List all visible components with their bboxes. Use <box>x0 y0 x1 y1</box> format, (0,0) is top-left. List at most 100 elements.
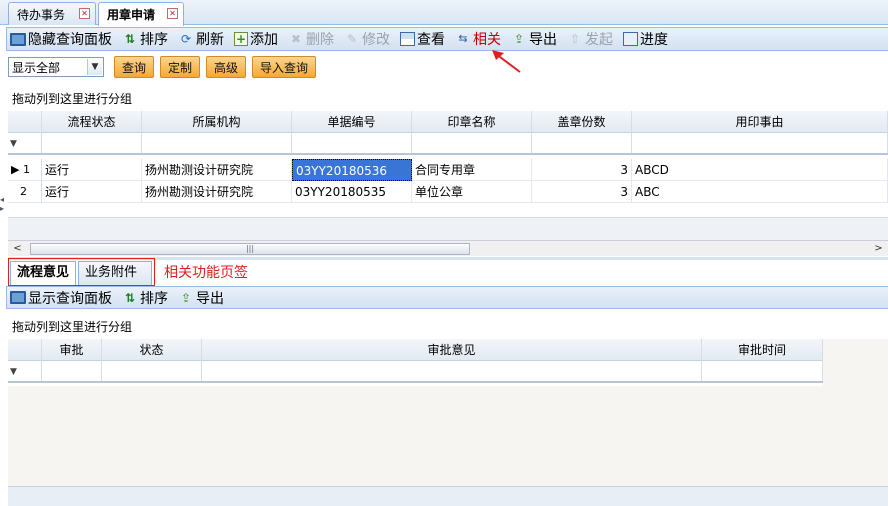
scrollbar-thumb[interactable]: ||| <box>30 243 470 255</box>
table-row[interactable]: 2 运行 扬州勘测设计研究院 03YY20180535 单位公章 3 ABC <box>8 181 888 203</box>
indicator-header <box>8 111 42 133</box>
document-tab-strip: 待办事务 ✕ 用章申请 ✕ <box>0 0 888 26</box>
delete-icon: ✖ <box>290 32 302 46</box>
customize-button[interactable]: 定制 <box>160 56 201 78</box>
filter-cell[interactable] <box>292 133 412 153</box>
add-button[interactable]: + 添加 <box>231 28 281 50</box>
grid-footer <box>8 486 888 506</box>
sort-icon: ⇅ <box>124 32 136 46</box>
button-label: 排序 <box>140 290 168 307</box>
show-query-panel-button[interactable]: 显示查询面板 <box>7 287 115 309</box>
column-header-copies[interactable]: 盖章份数 <box>532 111 632 133</box>
seal-application-grid: 流程状态 所属机构 单据编号 印章名称 盖章份数 用印事由 ▼ ▶ 1 运行 扬… <box>8 111 888 240</box>
button-label: 相关 <box>473 32 501 48</box>
import-query-button[interactable]: 导入查询 <box>252 56 317 78</box>
cell-org[interactable]: 扬州勘测设计研究院 <box>142 181 292 203</box>
filter-cell[interactable] <box>632 133 888 153</box>
cell-code[interactable]: 03YY20180535 <box>292 181 412 203</box>
display-filter-select[interactable]: 显示全部 ▼ <box>8 57 104 77</box>
chevron-down-icon[interactable]: ▼ <box>87 59 102 75</box>
column-header-time[interactable]: 审批时间 <box>702 339 823 361</box>
scroll-right-icon[interactable]: > <box>871 242 886 256</box>
annotation-text: 相关功能页签 <box>164 265 248 281</box>
export-icon: ⇪ <box>513 32 525 46</box>
cell-status[interactable]: 运行 <box>42 159 142 181</box>
filter-row: ▼ <box>8 361 823 383</box>
cell-reason[interactable]: ABC <box>632 181 888 203</box>
cell-seal[interactable]: 合同专用章 <box>412 159 532 181</box>
column-header-state[interactable]: 状态 <box>102 339 202 361</box>
tab-label: 待办事务 <box>17 7 66 22</box>
filter-cell[interactable] <box>42 133 142 153</box>
column-header-approve[interactable]: 审批 <box>42 339 102 361</box>
cell-org[interactable]: 扬州勘测设计研究院 <box>142 159 292 181</box>
table-row[interactable]: ▶ 1 运行 扬州勘测设计研究院 03YY20180536 合同专用章 3 AB… <box>8 159 888 181</box>
close-icon[interactable]: ✕ <box>167 8 178 19</box>
hide-query-panel-button[interactable]: 隐藏查询面板 <box>7 28 115 50</box>
button-label: 发起 <box>585 32 613 48</box>
sort-button[interactable]: ⇅ 排序 <box>119 287 171 309</box>
export-button[interactable]: ⇪ 导出 <box>175 287 227 309</box>
export-button[interactable]: ⇪ 导出 <box>508 28 560 50</box>
grid-empty-area <box>823 339 888 486</box>
detail-toolbar: 显示查询面板 ⇅ 排序 ⇪ 导出 <box>6 286 888 309</box>
filter-cell[interactable] <box>102 361 202 381</box>
column-header-opinion[interactable]: 审批意见 <box>202 339 702 361</box>
button-label: 刷新 <box>196 32 224 48</box>
row-indicator: 2 <box>8 181 42 203</box>
close-icon[interactable]: ✕ <box>79 8 90 19</box>
tab-seal-application[interactable]: 用章申请 ✕ <box>98 2 184 26</box>
filter-funnel-icon: ▼ <box>10 367 17 377</box>
sort-button[interactable]: ⇅ 排序 <box>119 28 171 50</box>
refresh-icon: ⟳ <box>180 32 192 46</box>
column-header-code[interactable]: 单据编号 <box>292 111 412 133</box>
related-icon: ⇆ <box>458 32 468 45</box>
view-icon <box>400 32 415 46</box>
cell-seal[interactable]: 单位公章 <box>412 181 532 203</box>
related-button[interactable]: ⇆ 相关 <box>452 28 504 50</box>
start-button[interactable]: ⇧ 发起 <box>564 28 616 50</box>
cell-reason[interactable]: ABCD <box>632 159 888 181</box>
advanced-button[interactable]: 高级 <box>206 56 247 78</box>
button-label: 删除 <box>306 32 334 48</box>
filter-row-indicator: ▼ <box>8 133 42 153</box>
button-label: 排序 <box>140 32 168 48</box>
start-icon: ⇧ <box>569 32 581 46</box>
cell-status[interactable]: 运行 <box>42 181 142 203</box>
delete-button[interactable]: ✖ 删除 <box>285 28 337 50</box>
group-by-area[interactable]: 拖动列到这里进行分组 <box>8 85 888 111</box>
refresh-button[interactable]: ⟳ 刷新 <box>175 28 227 50</box>
tab-highlight-box <box>8 258 155 286</box>
group-by-area[interactable]: 拖动列到这里进行分组 <box>8 313 888 339</box>
column-header-org[interactable]: 所属机构 <box>142 111 292 133</box>
tab-pending-tasks[interactable]: 待办事务 ✕ <box>8 2 96 25</box>
approval-grid: 审批 状态 审批意见 审批时间 ▼ <box>8 339 888 486</box>
column-header-seal[interactable]: 印章名称 <box>412 111 532 133</box>
scroll-left-icon[interactable]: < <box>10 242 25 256</box>
filter-cell[interactable] <box>412 133 532 153</box>
horizontal-scrollbar[interactable]: < ||| > <box>8 240 888 256</box>
filter-cell[interactable] <box>702 361 823 381</box>
column-header-reason[interactable]: 用印事由 <box>632 111 888 133</box>
button-label: 修改 <box>362 32 390 48</box>
query-button[interactable]: 查询 <box>114 56 155 78</box>
filter-cell[interactable] <box>42 361 102 381</box>
filter-cell[interactable] <box>202 361 702 381</box>
cell-copies[interactable]: 3 <box>532 159 632 181</box>
grid-header-row: 审批 状态 审批意见 审批时间 <box>8 339 823 361</box>
splitter-grip-icon[interactable]: ◂ ▸ <box>0 195 5 213</box>
filter-cell[interactable] <box>532 133 632 153</box>
button-label: 查看 <box>417 32 445 48</box>
filter-row: ▼ <box>8 133 888 155</box>
filter-row-indicator: ▼ <box>8 361 42 381</box>
group-hint-text: 拖动列到这里进行分组 <box>12 319 133 334</box>
filter-cell[interactable] <box>142 133 292 153</box>
progress-button[interactable]: 进度 <box>620 28 671 50</box>
view-button[interactable]: 查看 <box>397 28 448 50</box>
cell-copies[interactable]: 3 <box>532 181 632 203</box>
panel-icon <box>10 291 26 304</box>
edit-button[interactable]: ✎ 修改 <box>341 28 393 50</box>
sort-icon: ⇅ <box>124 290 136 305</box>
cell-code[interactable]: 03YY20180536 <box>292 159 412 181</box>
column-header-status[interactable]: 流程状态 <box>42 111 142 133</box>
